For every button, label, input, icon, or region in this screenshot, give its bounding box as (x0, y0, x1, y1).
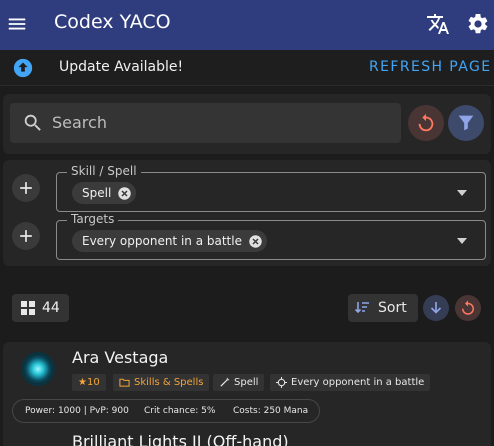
arrow-up-circle-icon (13, 58, 33, 78)
type-label: Spell (234, 377, 259, 388)
sort-direction-button[interactable] (423, 295, 449, 321)
card-title: Ara Vestaga (72, 348, 169, 367)
reset-sort-button[interactable] (455, 295, 481, 321)
skill-spell-select[interactable]: Skill / Spell Spell (56, 164, 486, 212)
search-placeholder: Search (52, 113, 107, 132)
targets-select[interactable]: Targets Every opponent in a battle (56, 212, 486, 260)
update-message: Update Available! (59, 59, 184, 75)
add-filter-button[interactable] (12, 174, 40, 202)
wand-icon (220, 377, 230, 387)
chip-remove-icon[interactable] (117, 186, 132, 201)
folder-icon (119, 378, 130, 387)
search-input[interactable]: Search (10, 103, 401, 143)
result-card[interactable]: Ara Vestaga ★10 Skills & Spells Spell Ev… (3, 342, 491, 446)
chip-spell: Spell (72, 182, 137, 204)
refresh-page-button[interactable]: REFRESH PAGE (369, 59, 491, 75)
results-toolbar: 44 Sort (3, 284, 491, 332)
chevron-down-icon[interactable] (457, 238, 467, 244)
menu-icon[interactable] (6, 13, 28, 35)
sort-button[interactable]: Sort (348, 294, 418, 322)
type-tag: Spell (213, 374, 265, 391)
app-bar: Codex YACO (0, 0, 494, 50)
level-value: ★10 (78, 377, 100, 388)
result-count: 44 (42, 300, 60, 316)
chip-remove-icon[interactable] (248, 234, 263, 249)
app-title: Codex YACO (54, 11, 171, 33)
stats-pill: Power: 1000 | PvP: 900 Crit chance: 5% C… (12, 399, 320, 423)
chevron-down-icon[interactable] (457, 190, 467, 196)
filter-panel: Skill / Spell Spell Targets Every oppone… (3, 160, 491, 266)
chip-label: Spell (82, 186, 112, 200)
translate-icon[interactable] (426, 12, 450, 36)
power-stat: Power: 1000 | PvP: 900 (25, 406, 129, 416)
chip-every-opponent: Every opponent in a battle (72, 230, 267, 252)
filter-button[interactable] (448, 105, 484, 141)
targets-label: Targets (67, 212, 119, 226)
category-tag: Skills & Spells (113, 374, 210, 391)
plus-icon (20, 230, 32, 242)
reset-search-button[interactable] (408, 105, 444, 141)
update-banner: Update Available! REFRESH PAGE (0, 50, 494, 86)
search-panel: Search (3, 94, 491, 154)
spell-orb-icon (21, 352, 55, 386)
next-card-title[interactable]: Brilliant Lights II (Off-hand) (72, 432, 289, 446)
add-filter-button[interactable] (12, 222, 40, 250)
search-icon (24, 114, 41, 131)
filter-icon (458, 115, 474, 131)
target-tag: Every opponent in a battle (270, 374, 431, 391)
plus-icon (20, 182, 32, 194)
crosshair-icon (276, 377, 287, 388)
skill-spell-label: Skill / Spell (67, 164, 141, 178)
sort-label: Sort (378, 300, 407, 316)
grid-icon (21, 301, 35, 315)
category-label: Skills & Spells (134, 377, 204, 388)
level-tag: ★10 (72, 374, 106, 391)
crit-stat: Crit chance: 5% (144, 406, 216, 416)
reset-icon (418, 113, 434, 132)
result-count-badge: 44 (12, 294, 69, 322)
chip-label: Every opponent in a battle (82, 234, 242, 248)
reset-icon (462, 300, 474, 315)
sort-icon (354, 302, 369, 314)
cost-stat: Costs: 250 Mana (233, 406, 309, 416)
gear-icon[interactable] (466, 12, 490, 36)
arrow-down-icon (430, 302, 442, 314)
target-label: Every opponent in a battle (291, 377, 425, 388)
